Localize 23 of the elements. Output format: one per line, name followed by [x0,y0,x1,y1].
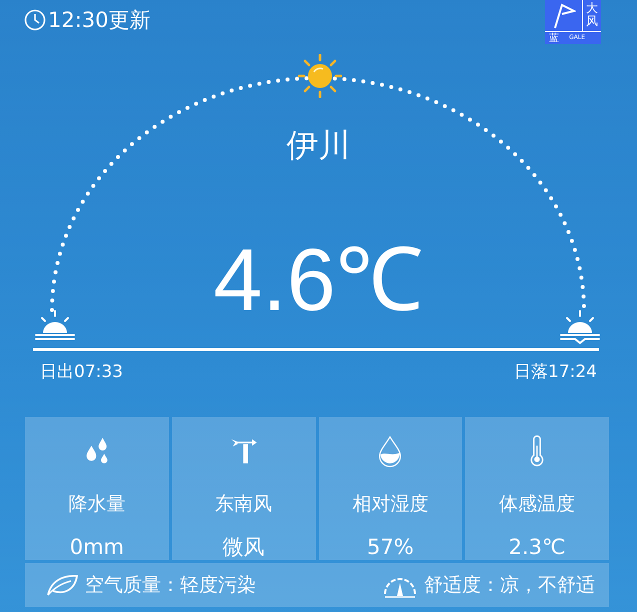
sunset-icon [559,309,601,345]
sunrise-time: 日出07:33 [40,361,123,383]
stat-label: 东南风 [215,492,272,516]
sunset-time: 日落17:24 [514,361,597,383]
air-quality: 空气质量：轻度污染 [85,573,256,597]
clock-icon [24,9,46,31]
stat-value: 0mm [70,534,124,560]
flag-icon [552,2,576,28]
sunrise-icon [34,309,76,341]
stat-value: 微风 [222,534,265,560]
stat-label: 体感温度 [499,492,576,516]
sun-icon [298,54,342,98]
stat-value: 57% [367,534,414,560]
stat-value: 2.3℃ [508,534,566,560]
comfort-level: 舒适度：凉，不舒适 [424,573,595,597]
stat-label: 降水量 [68,492,126,516]
city-name: 伊川 [286,127,350,163]
update-time: 12:30更新 [48,8,151,32]
temperature: 4.6℃ [213,240,424,320]
warning-title: 大风 [585,0,599,30]
leaf-icon [45,573,79,597]
warning-level: 蓝 [549,32,559,44]
stat-label: 相对湿度 [352,492,428,516]
